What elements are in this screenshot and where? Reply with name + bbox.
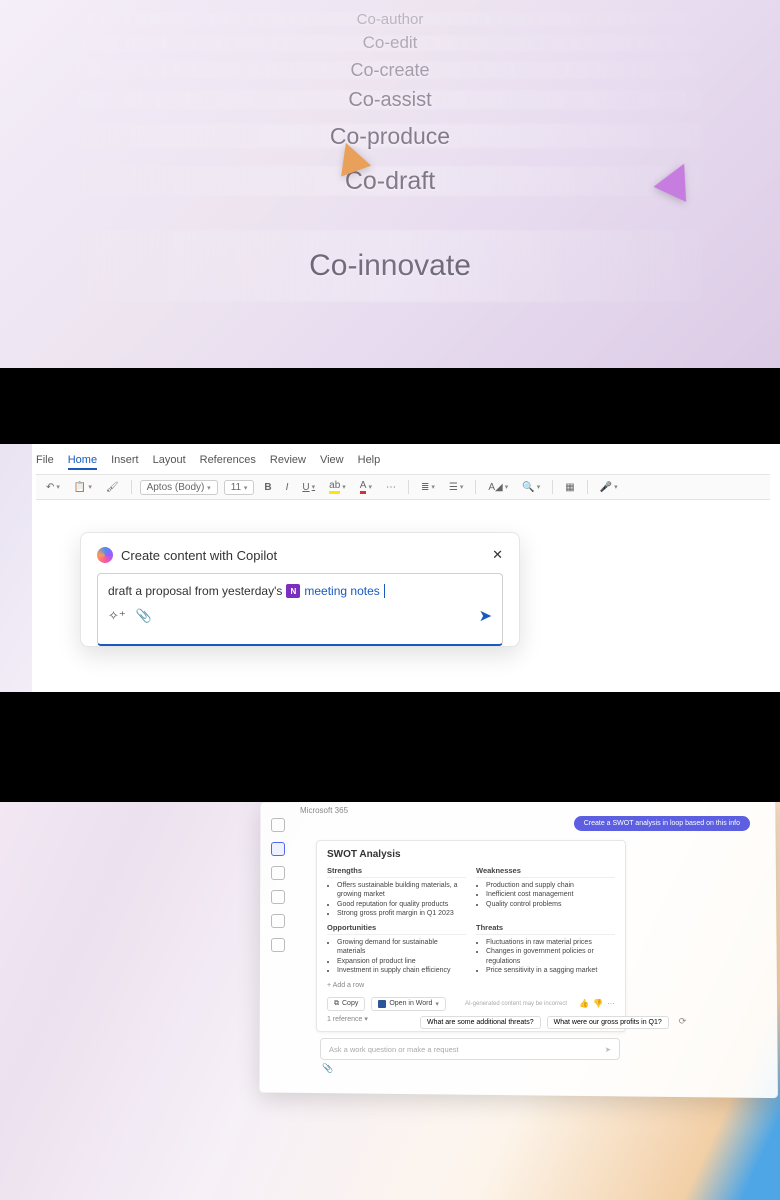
swot-card: SWOT Analysis Strengths Offers sustainab… (316, 840, 626, 1032)
bold-button[interactable]: B (260, 480, 275, 495)
more-icon[interactable]: ⋯ (607, 999, 615, 1008)
ask-placeholder: Ask a work question or make a request (329, 1045, 459, 1054)
bullets-button[interactable]: ≣▾ (417, 480, 439, 495)
swot-strengths: Strengths Offers sustainable building ma… (327, 866, 466, 919)
add-row-button[interactable]: + Add a row (327, 982, 615, 989)
format-painter-button[interactable]: 🖌 (102, 480, 123, 495)
rail-feed[interactable] (271, 914, 285, 928)
rail-copilot[interactable] (271, 842, 285, 856)
thumbs-up-icon[interactable]: 👍 (579, 999, 589, 1008)
dictate-button[interactable]: 🎤▾ (596, 480, 622, 495)
close-icon[interactable]: ✕ (492, 547, 503, 563)
app-title: Microsoft 365 (300, 806, 348, 815)
open-in-word-button[interactable]: Open in Word ▾ (371, 997, 446, 1011)
list-item: Production and supply chain (486, 881, 615, 890)
copilot-title: Create content with Copilot (121, 548, 277, 563)
rail-create[interactable] (271, 866, 285, 880)
prompt-pill[interactable]: Create a SWOT analysis in loop based on … (574, 816, 750, 831)
copy-button[interactable]: ⧉ Copy (327, 997, 365, 1011)
find-button[interactable]: 🔍▾ (518, 480, 544, 495)
inspire-icon[interactable]: ✧⁺ (108, 608, 126, 624)
cell-heading: Opportunities (327, 923, 466, 935)
list-item: Investment in supply chain efficiency (337, 966, 466, 975)
hero-word: Co-produce (0, 116, 780, 156)
list-item: Changes in government policies or regula… (486, 947, 615, 966)
numbering-button[interactable]: ☰▾ (445, 480, 467, 495)
font-family-select[interactable]: Aptos (Body) ▾ (140, 480, 218, 495)
list-item: Offers sustainable building materials, a… (337, 881, 466, 900)
menu-view[interactable]: View (320, 454, 344, 470)
word-icon (378, 1000, 386, 1008)
left-rail (268, 818, 288, 952)
rail-home[interactable] (271, 818, 285, 832)
cell-heading: Strengths (327, 866, 466, 878)
suggestion-chip[interactable]: What were our gross profits in Q1? (547, 1016, 669, 1029)
copilot-popover: Create content with Copilot ✕ draft a pr… (80, 532, 520, 647)
swot-threats: Threats Fluctuations in raw material pri… (476, 923, 615, 976)
menu-bar: File Home Insert Layout References Revie… (36, 454, 380, 470)
cell-heading: Threats (476, 923, 615, 935)
list-item: Expansion of product line (337, 957, 466, 966)
copilot-prompt-input[interactable]: draft a proposal from yesterday's N meet… (97, 573, 503, 646)
swot-title: SWOT Analysis (327, 849, 615, 860)
swot-opportunities: Opportunities Growing demand for sustain… (327, 923, 466, 976)
list-item: Good reputation for quality products (337, 900, 466, 909)
italic-button[interactable]: I (282, 480, 293, 495)
swot-weaknesses: Weaknesses Production and supply chain I… (476, 866, 615, 919)
onenote-icon: N (286, 584, 300, 598)
hero-word: Co-assist (0, 84, 780, 116)
word-panel: File Home Insert Layout References Revie… (0, 444, 780, 692)
more-font-button[interactable]: ⋯ (382, 480, 400, 495)
list-item: Strong gross profit margin in Q1 2023 (337, 909, 466, 918)
font-size-select[interactable]: 11 ▾ (224, 480, 255, 495)
hero-panel: Co-author Co-edit Co-create Co-assist Co… (0, 0, 780, 368)
menu-references[interactable]: References (200, 454, 256, 470)
refresh-icon[interactable]: ⟳ (679, 1016, 687, 1029)
paste-button[interactable]: 📋▾ (70, 480, 96, 495)
rail-mycontent[interactable] (271, 890, 285, 904)
font-color-button[interactable]: A▾ (356, 478, 376, 496)
ai-disclaimer: AI-generated content may be incorrect (465, 1001, 567, 1007)
prompt-typed-text: draft a proposal from yesterday's (108, 584, 282, 598)
hero-word: Co-innovate (0, 206, 780, 326)
hero-word: Co-author (0, 8, 780, 30)
list-item: Quality control problems (486, 900, 615, 909)
suggestion-chip[interactable]: What are some additional threats? (420, 1016, 541, 1029)
list-item: Fluctuations in raw material prices (486, 938, 615, 947)
send-icon[interactable]: ➤ (605, 1045, 611, 1054)
prompt-reference[interactable]: meeting notes (304, 584, 379, 598)
designer-button[interactable]: ▦ (561, 480, 578, 495)
list-item: Inefficient cost management (486, 890, 615, 899)
copilot-icon (97, 547, 113, 563)
list-item: Growing demand for sustainable materials (337, 938, 466, 957)
undo-button[interactable]: ↶▾ (42, 480, 64, 495)
hero-word: Co-edit (0, 30, 780, 56)
styles-button[interactable]: A◢▾ (484, 480, 512, 495)
ask-input[interactable]: Ask a work question or make a request ➤ (320, 1038, 620, 1060)
text-caret (384, 584, 385, 598)
underline-button[interactable]: U▾ (298, 480, 319, 495)
highlight-button[interactable]: ab▾ (325, 478, 350, 496)
attach-icon[interactable]: 📎 (320, 1063, 620, 1074)
list-item: Price sensitivity in a sagging market (486, 966, 615, 975)
menu-help[interactable]: Help (358, 454, 381, 470)
thumbs-down-icon[interactable]: 👎 (593, 999, 603, 1008)
menu-review[interactable]: Review (270, 454, 306, 470)
menu-home[interactable]: Home (68, 454, 97, 470)
attach-icon[interactable]: 📎 (136, 608, 152, 624)
cell-heading: Weaknesses (476, 866, 615, 878)
suggestion-row: What are some additional threats? What w… (420, 1016, 686, 1029)
loop-panel: Microsoft 365 Create a SWOT analysis in … (0, 802, 780, 1200)
menu-layout[interactable]: Layout (153, 454, 186, 470)
ribbon-toolbar: ↶▾ 📋▾ 🖌 Aptos (Body) ▾ 11 ▾ B I U▾ ab▾ A… (36, 474, 770, 500)
rail-apps[interactable] (271, 938, 285, 952)
send-button[interactable]: ➤ (479, 606, 492, 626)
menu-file[interactable]: File (36, 454, 54, 470)
hero-word: Co-create (0, 56, 780, 84)
menu-insert[interactable]: Insert (111, 454, 139, 470)
